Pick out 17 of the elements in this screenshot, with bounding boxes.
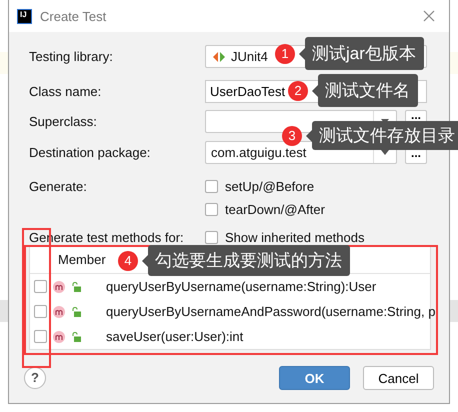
- field-label: Testing library:: [29, 49, 114, 64]
- method-signature: queryUserByUsernameAndPassword(username:String, p: [106, 304, 436, 319]
- callout-tooltip: 测试jar包版本: [299, 37, 424, 70]
- callout-tooltip: 测试文件名: [312, 74, 418, 107]
- window-title: Create Test: [40, 8, 108, 24]
- method-signature: saveUser(user:User):int: [106, 329, 244, 344]
- callout-tooltip: 测试文件存放目录: [306, 121, 458, 150]
- field-label: Destination package:: [29, 145, 152, 160]
- checkbox-label: Show inherited methods: [225, 230, 364, 244]
- field-label: Superclass:: [29, 114, 98, 129]
- field-label: Class name:: [29, 84, 102, 99]
- field-label: Generate:: [29, 179, 88, 194]
- callout-tooltip: 勾选要生成要测试的方法: [142, 245, 350, 276]
- method-signature: queryUserByUsername(username:String):User: [106, 279, 376, 294]
- checkbox-label: tearDown/@After: [225, 202, 325, 217]
- checkbox-label: setUp/@Before: [225, 179, 314, 194]
- app-icon: IJ: [17, 8, 32, 24]
